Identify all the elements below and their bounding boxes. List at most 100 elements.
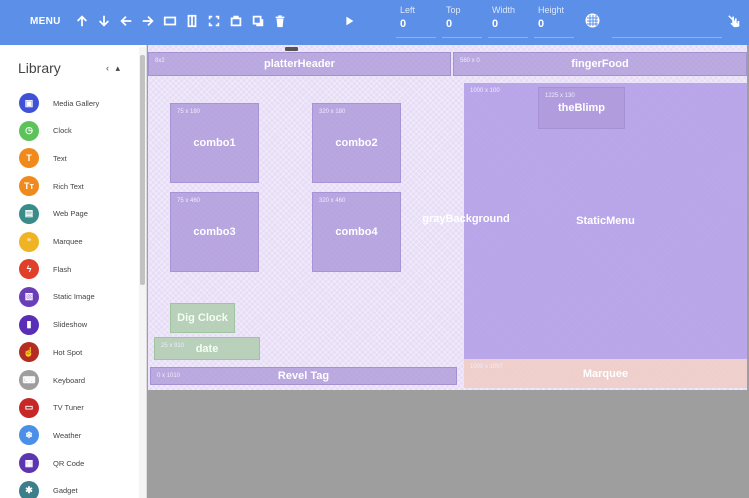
- zone-size: 75 x 180: [177, 109, 201, 115]
- keyboard-icon: ⌨: [19, 370, 39, 390]
- menu-button[interactable]: MENU: [30, 16, 61, 27]
- zone-marquee[interactable]: 1000 x 1007 Marquee: [464, 359, 747, 388]
- height-label: Height: [538, 5, 565, 15]
- library-item-clock[interactable]: ◷ Clock: [19, 120, 137, 142]
- zone-label: grayBackground: [422, 213, 510, 225]
- zone-grayBackground-label[interactable]: grayBackground: [406, 211, 526, 227]
- zone-size: 560 x 0: [460, 58, 480, 64]
- height-field[interactable]: 0: [538, 18, 544, 30]
- zone-size: 1000 x 1007: [470, 364, 504, 370]
- top-field[interactable]: 0: [446, 18, 452, 30]
- library-item-media-gallery[interactable]: ▣ Media Gallery: [19, 92, 137, 114]
- library-scrollbar[interactable]: [139, 47, 146, 498]
- zone-combo4[interactable]: 320 x 460 combo4: [312, 192, 401, 272]
- clock-icon: ◷: [19, 120, 39, 141]
- left-field[interactable]: 0: [400, 18, 406, 30]
- zone-revelTag[interactable]: 0 x 1010 Revel Tag: [150, 367, 457, 385]
- left-label: Left: [400, 5, 416, 15]
- fit-icon[interactable]: [206, 13, 222, 29]
- arrow-up-icon[interactable]: [74, 13, 90, 29]
- zone-size: 1000 x 100: [470, 88, 500, 94]
- zone-size: 320 x 460: [319, 198, 346, 204]
- stretch-horizontal-icon[interactable]: [162, 13, 178, 29]
- static-image-icon: ▧: [19, 286, 39, 307]
- top-underline: [442, 37, 482, 38]
- zone-label: theBlimp: [557, 102, 606, 114]
- stretch-vertical-icon[interactable]: [184, 13, 200, 29]
- hot-spot-icon: ☝: [19, 342, 39, 363]
- library-item-qr-code[interactable]: ▦ QR Code: [19, 452, 137, 474]
- zone-label: combo4: [335, 226, 378, 238]
- zone-label: StaticMenu: [576, 215, 635, 227]
- library-item-label: QR Code: [53, 458, 85, 468]
- library-item-keyboard[interactable]: ⌨ Keyboard: [19, 369, 137, 391]
- zone-size: 8x2: [155, 58, 165, 64]
- library-sidebar: Library ‹ ▴ ▣ Media Gallery ◷ Clock T Text Tᴛ R…: [0, 45, 147, 498]
- zone-combo1[interactable]: 75 x 180 combo1: [170, 103, 259, 183]
- library-item-label: Keyboard: [53, 375, 86, 385]
- library-item-label: Flash: [53, 264, 72, 274]
- zone-label: Marquee: [582, 367, 629, 380]
- zone-label: combo1: [193, 137, 236, 149]
- top-label: Top: [446, 5, 461, 15]
- flash-icon: ϟ: [19, 259, 39, 280]
- slideshow-icon: ▮: [19, 314, 39, 335]
- library-item-label: Gadget: [53, 486, 78, 496]
- zone-size: 320 x 180: [319, 109, 346, 115]
- zone-label: Dig Clock: [177, 312, 228, 324]
- zone-platterHeader[interactable]: 8x2 platterHeader: [148, 52, 451, 76]
- zone-combo2[interactable]: 320 x 180 combo2: [312, 103, 401, 183]
- text-icon: T: [19, 148, 39, 169]
- library-item-gadget[interactable]: ✱ Gadget: [19, 480, 137, 498]
- zone-size: 75 x 460: [177, 198, 201, 204]
- arrow-down-icon[interactable]: [96, 13, 112, 29]
- send-back-icon[interactable]: [250, 13, 266, 29]
- library-item-static-image[interactable]: ▧ Static Image: [19, 286, 137, 308]
- play-icon[interactable]: [341, 13, 357, 29]
- library-item-label: Weather: [53, 430, 82, 440]
- library-item-slideshow[interactable]: ▮ Slideshow: [19, 314, 137, 336]
- library-collapse-controls[interactable]: ‹ ▴: [106, 63, 122, 74]
- library-item-label: Rich Text: [53, 181, 84, 191]
- zone-fingerFood[interactable]: 560 x 0 fingerFood: [453, 52, 747, 76]
- zone-size: 0 x 1010: [157, 373, 181, 379]
- library-item-label: Slideshow: [53, 320, 88, 330]
- checkerboard-icon[interactable]: [584, 12, 601, 29]
- width-label: Width: [492, 5, 516, 15]
- library-item-rich-text[interactable]: Tᴛ Rich Text: [19, 175, 137, 197]
- qr-code-icon: ▦: [19, 453, 39, 474]
- zone-combo3[interactable]: 75 x 460 combo3: [170, 192, 259, 272]
- zone-label: Revel Tag: [277, 370, 330, 382]
- zone-date[interactable]: 25 x 910 date: [154, 337, 260, 360]
- library-item-flash[interactable]: ϟ Flash: [19, 258, 137, 280]
- width-underline: [488, 37, 528, 38]
- arrow-left-icon[interactable]: [118, 13, 134, 29]
- canvas-handle[interactable]: [285, 47, 298, 51]
- library-item-label: Clock: [53, 126, 72, 136]
- delete-icon[interactable]: [272, 13, 288, 29]
- width-field[interactable]: 0: [492, 18, 498, 30]
- zone-size: 25 x 910: [161, 343, 185, 349]
- library-item-label: Static Image: [53, 292, 95, 302]
- library-item-tv-tuner[interactable]: ▭ TV Tuner: [19, 397, 137, 419]
- layout-canvas[interactable]: 8x2 platterHeader 560 x 0 fingerFood 75 …: [148, 45, 747, 390]
- marquee-icon: ”: [19, 231, 39, 252]
- zone-label: fingerFood: [571, 58, 629, 70]
- no-touch-icon[interactable]: [726, 13, 742, 29]
- zone-label: platterHeader: [264, 58, 335, 70]
- library-item-web-page[interactable]: ▤ Web Page: [19, 203, 137, 225]
- library-title: Library: [18, 60, 61, 76]
- zone-digClock[interactable]: Dig Clock: [170, 303, 235, 333]
- library-item-marquee[interactable]: ” Marquee: [19, 231, 137, 253]
- zone-size: 1225 x 130: [545, 93, 575, 99]
- library-item-hot-spot[interactable]: ☝ Hot Spot: [19, 341, 137, 363]
- arrow-right-icon[interactable]: [140, 13, 156, 29]
- scroll-thumb[interactable]: [140, 55, 145, 285]
- zone-theBlimp[interactable]: 1225 x 130 theBlimp: [538, 87, 625, 129]
- library-item-label: Media Gallery: [53, 98, 100, 108]
- rich-text-icon: Tᴛ: [19, 176, 39, 197]
- library-item-text[interactable]: T Text: [19, 147, 137, 169]
- library-item-weather[interactable]: ❄ Weather: [19, 424, 137, 446]
- bring-front-icon[interactable]: [228, 13, 244, 29]
- tv-tuner-icon: ▭: [19, 397, 39, 418]
